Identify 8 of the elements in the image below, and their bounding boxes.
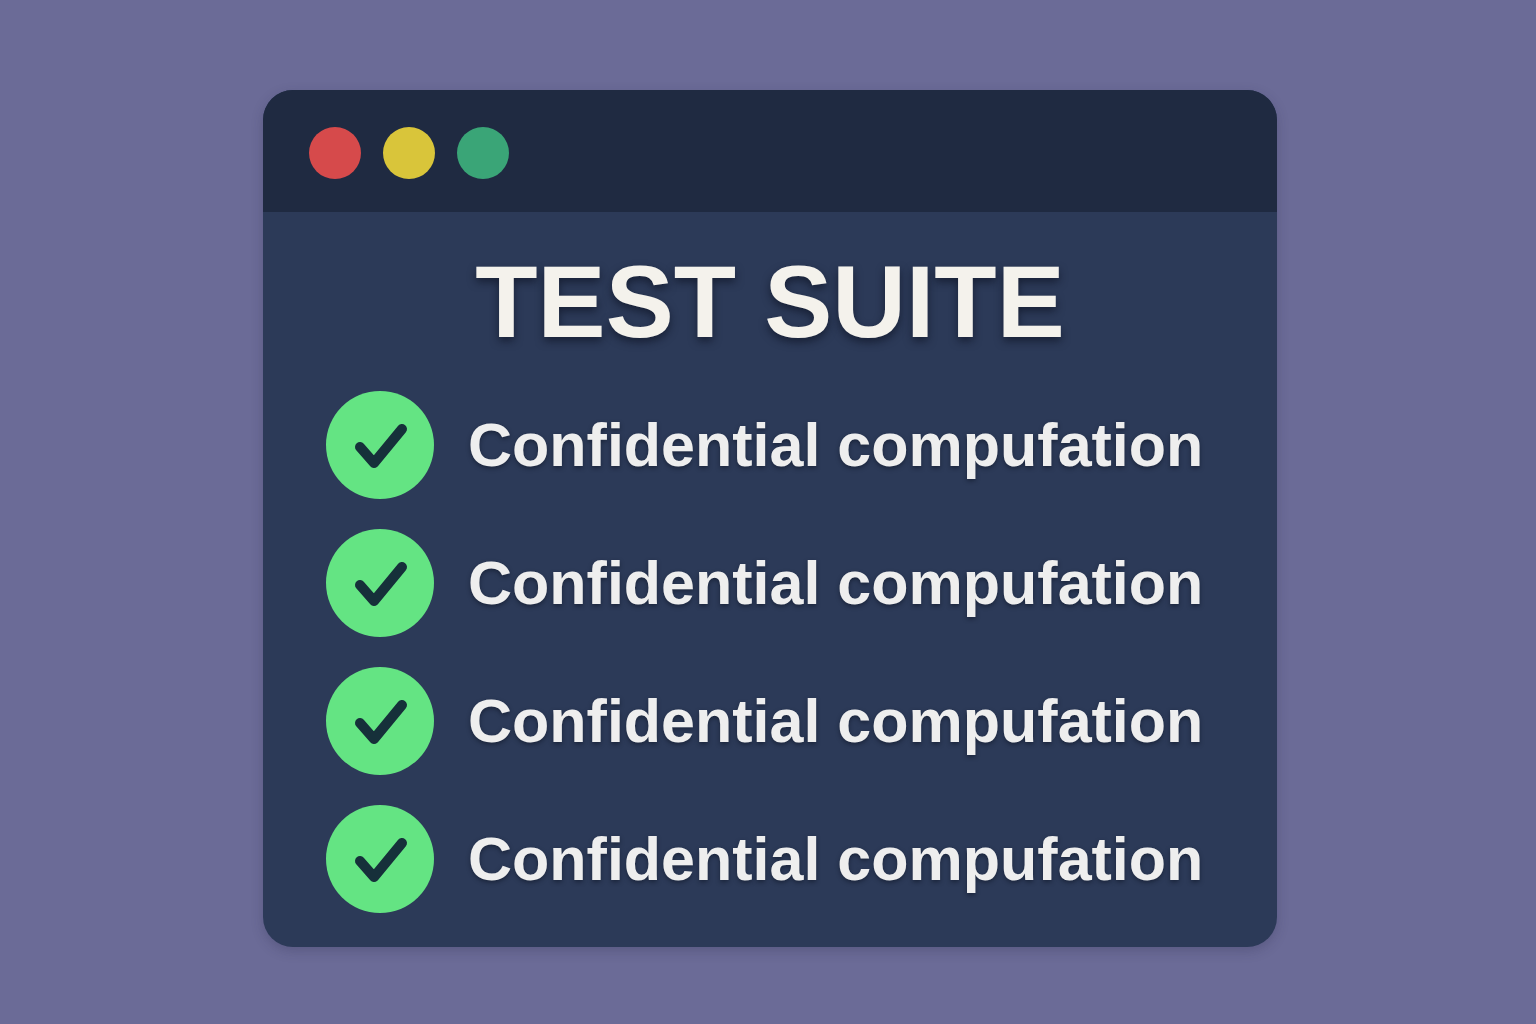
test-label: Confidential compufation <box>468 685 1204 757</box>
test-label: Confidential compufation <box>468 409 1204 481</box>
suite-heading: TEST SUITE <box>475 251 1065 353</box>
test-label: Confidential compufation <box>468 823 1204 895</box>
window-control-icon[interactable] <box>457 127 509 179</box>
window-control-icon[interactable] <box>383 127 435 179</box>
test-label: Confidential compufation <box>468 547 1204 619</box>
window-control-icon[interactable] <box>309 127 361 179</box>
